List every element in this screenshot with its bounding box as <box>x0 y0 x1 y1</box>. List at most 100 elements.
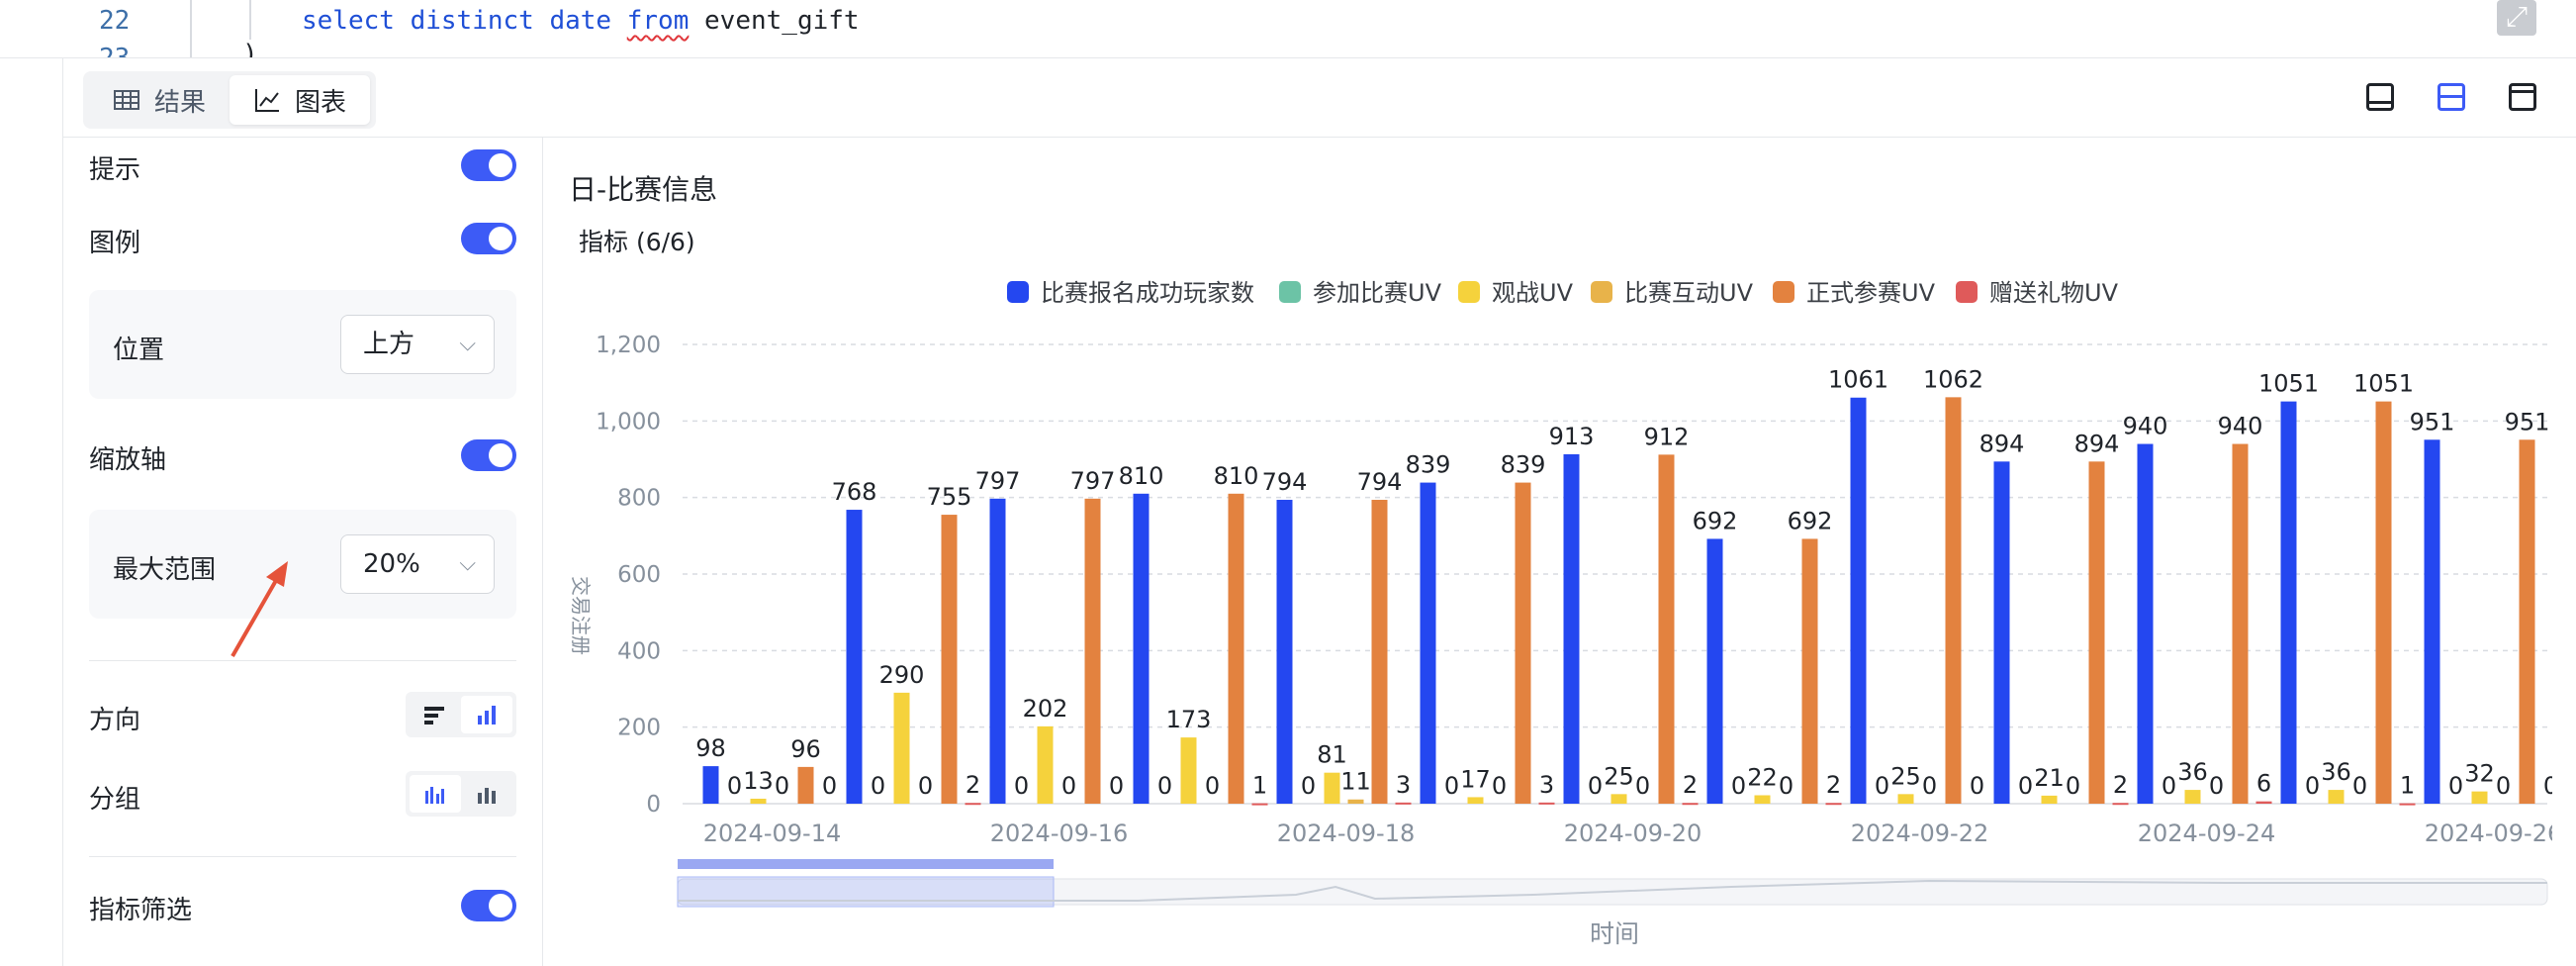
bar-value-label: 3 <box>1539 771 1554 799</box>
bar-value-label: 2 <box>1826 771 1841 799</box>
metric-filter-toggle[interactable] <box>461 890 516 921</box>
bar <box>1180 737 1197 804</box>
legend-swatch <box>1007 281 1029 303</box>
layout-full-icon[interactable] <box>2509 83 2536 111</box>
indent-guide <box>190 0 192 57</box>
setting-direction: 方向 <box>89 692 516 737</box>
table-icon <box>114 90 139 110</box>
bar-value-label: 0 <box>1157 772 1172 800</box>
tab-label: 结果 <box>154 87 207 118</box>
setting-label: 方向 <box>89 706 141 735</box>
bar-value-label: 290 <box>879 661 925 689</box>
bar <box>989 498 1006 804</box>
bar <box>1420 482 1436 804</box>
bar-value-label: 2 <box>1683 771 1698 799</box>
legend-swatch <box>1591 281 1612 303</box>
expand-icon[interactable]: ⤢ <box>2497 0 2536 36</box>
bar-value-label: 940 <box>2218 413 2263 440</box>
layout-split-icon[interactable] <box>2438 83 2465 111</box>
legend-item: 比赛互动UV <box>1624 279 1754 307</box>
bar <box>1037 725 1054 804</box>
setting-label: 缩放轴 <box>89 445 167 475</box>
bar-chart[interactable]: 指标 (6/6) 比赛报名成功玩家数 参加比赛UV 观战UV 比赛互动UV 正式参赛UV 赠… <box>544 218 2562 950</box>
select-value: 20% <box>363 549 420 579</box>
bar-value-label: 0 <box>1588 772 1603 800</box>
bar-value-label: 797 <box>1070 467 1116 495</box>
bar <box>1133 493 1150 804</box>
bar-value-label: 794 <box>1357 468 1403 496</box>
result-tabbar: 结果 图表 <box>63 57 2576 138</box>
bar-value-label: 0 <box>822 772 837 800</box>
legend-item: 赠送礼物UV <box>1989 279 2119 307</box>
layout-switcher <box>2366 83 2536 111</box>
grouped-bar-icon[interactable] <box>410 775 461 813</box>
legend-toggle[interactable] <box>461 223 516 254</box>
bar <box>2328 790 2345 804</box>
x-tick-label: 2024-09-26 <box>2425 820 2552 847</box>
bar-value-label: 797 <box>975 467 1021 495</box>
bar-value-label: 3 <box>1396 771 1411 799</box>
bar-value-label: 22 <box>1747 763 1778 791</box>
y-tick-label: 400 <box>617 638 661 664</box>
bar-value-label: 0 <box>1492 772 1507 800</box>
bar <box>2519 439 2535 804</box>
legend-swatch <box>1458 281 1480 303</box>
chevron-down-icon: ⌵ <box>459 332 476 356</box>
bar-value-label: 894 <box>1979 430 2025 457</box>
bar <box>2399 803 2416 806</box>
bar <box>1658 454 1675 804</box>
y-tick-label: 200 <box>617 716 661 741</box>
setting-label: 指标筛选 <box>89 896 193 925</box>
bar <box>1371 499 1388 804</box>
y-tick-label: 1,200 <box>596 333 661 358</box>
bar-value-label: 839 <box>1501 451 1546 479</box>
bar-value-label: 0 <box>1970 772 1984 800</box>
chart-title: 日-比赛信息 <box>569 173 718 206</box>
bar <box>1754 795 1771 804</box>
bar <box>2088 461 2105 804</box>
legend-position-box: 位置 上方 ⌵ <box>89 290 516 399</box>
bar <box>1682 803 1699 806</box>
bar-value-label: 2 <box>966 771 980 799</box>
code-line[interactable]: select distinct date from event_gift <box>302 6 860 36</box>
bar <box>1228 493 1244 804</box>
tab-chart[interactable]: 图表 <box>230 75 371 125</box>
x-tick-label: 2024-09-20 <box>1564 820 1702 847</box>
y-tick-label: 600 <box>617 562 661 588</box>
setting-tip: 提示 <box>89 149 516 189</box>
bar <box>750 798 767 804</box>
x-tick-label: 2024-09-24 <box>2138 820 2275 847</box>
bar-value-label: 0 <box>918 772 933 800</box>
bar-value-label: 0 <box>1444 772 1459 800</box>
bar <box>1276 499 1293 804</box>
legend-item: 比赛报名成功玩家数 <box>1041 279 1254 307</box>
max-range-select[interactable]: 20% ⌵ <box>340 534 495 594</box>
stacked-bar-icon[interactable] <box>461 775 512 813</box>
code-editor[interactable]: 22 select distinct date from event_gift … <box>0 0 2576 58</box>
bar-value-label: 794 <box>1262 468 1308 496</box>
legend-position-select[interactable]: 上方 ⌵ <box>340 315 495 374</box>
bar-value-label: 0 <box>2162 772 2176 800</box>
setting-zoom-axis: 缩放轴 <box>89 439 516 479</box>
view-tabs: 结果 图表 <box>83 71 377 129</box>
bar <box>1801 538 1818 804</box>
layout-bottom-icon[interactable] <box>2366 83 2394 111</box>
bar <box>1324 772 1340 804</box>
code-line[interactable]: ) <box>242 40 258 57</box>
bar-value-label: 951 <box>2410 408 2455 435</box>
bar <box>1945 397 1962 804</box>
tab-results[interactable]: 结果 <box>89 75 230 125</box>
max-range-box: 最大范围 20% ⌵ <box>89 510 516 619</box>
zoom-axis-toggle[interactable] <box>461 439 516 471</box>
legend-item: 观战UV <box>1492 279 1574 307</box>
legend-title: 指标 (6/6) <box>579 228 695 256</box>
horizontal-bar-icon[interactable] <box>410 696 461 733</box>
bar <box>1538 802 1555 805</box>
bar-value-label: 17 <box>1460 765 1491 793</box>
vertical-bar-icon[interactable] <box>461 696 512 733</box>
bar-value-label: 2 <box>2113 771 2128 799</box>
setting-label: 图例 <box>89 229 141 258</box>
bar-value-label: 810 <box>1214 462 1259 490</box>
bar-value-label: 11 <box>1340 768 1371 796</box>
tip-toggle[interactable] <box>461 149 516 181</box>
